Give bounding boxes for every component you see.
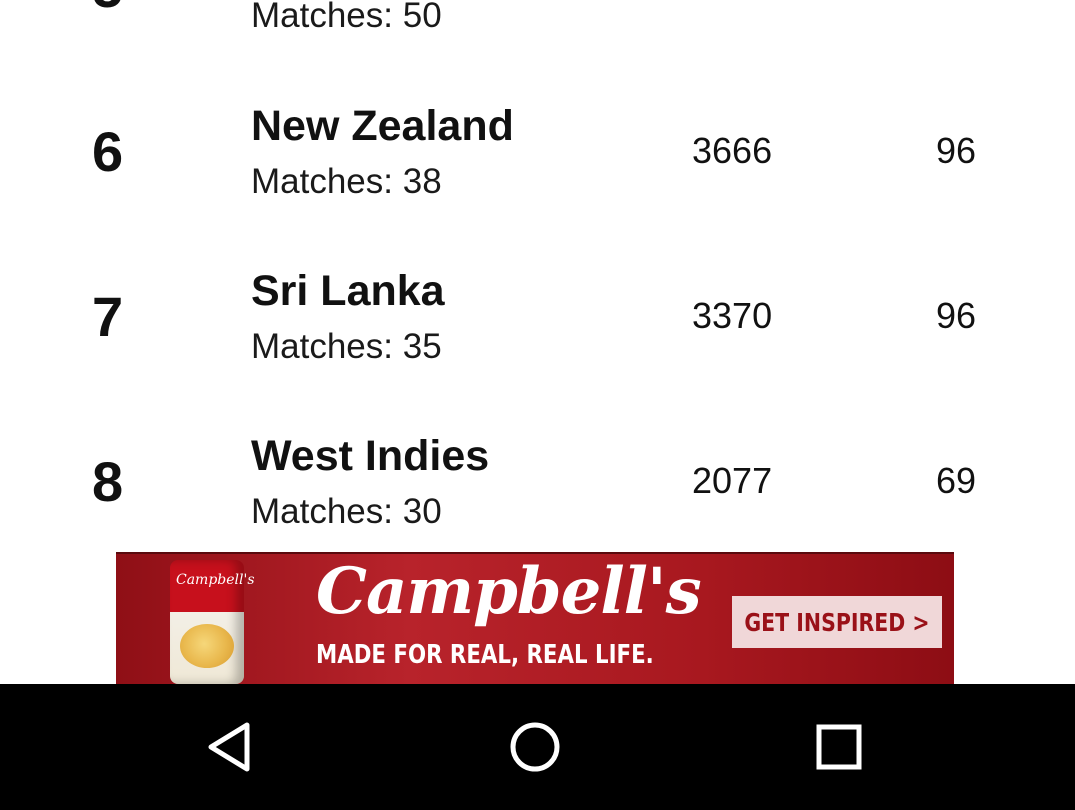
matches-count: Matches: 38 [251, 162, 442, 201]
matches-count: Matches: 35 [251, 327, 442, 366]
back-triangle-icon [208, 722, 250, 772]
team-name: West Indies [251, 432, 490, 480]
back-button[interactable] [196, 712, 266, 782]
soup-can-image: Campbell's [170, 560, 255, 684]
ad-tagline: MADE FOR REAL, REAL LIFE. [316, 640, 654, 670]
cta-label: GET INSPIRED > [744, 607, 930, 637]
brand-logo: Campbell's [316, 554, 702, 629]
team-name: Sri Lanka [251, 267, 445, 315]
rating-value: 69 [936, 460, 977, 501]
ranking-row[interactable]: 8 West Indies Matches: 30 2077 69 [0, 0, 1075, 530]
recents-button[interactable] [804, 712, 874, 782]
matches-count: Matches: 30 [251, 492, 442, 531]
get-inspired-button[interactable]: GET INSPIRED > [732, 596, 942, 648]
home-button[interactable] [500, 712, 570, 782]
ad-banner[interactable]: Campbell's Campbell's MADE FOR REAL, REA… [116, 552, 954, 686]
rank-number: 7 [92, 285, 124, 348]
can-brand-label: Campbell's [176, 572, 255, 588]
points-value: 2077 [692, 460, 773, 501]
system-nav-bar [0, 684, 1075, 810]
points-value: 3370 [692, 295, 773, 336]
recents-square-icon [816, 724, 862, 770]
soup-bowl-graphic [180, 624, 234, 668]
home-circle-icon [510, 722, 560, 772]
rank-number: 8 [92, 450, 124, 513]
rating-value: 96 [936, 295, 977, 336]
